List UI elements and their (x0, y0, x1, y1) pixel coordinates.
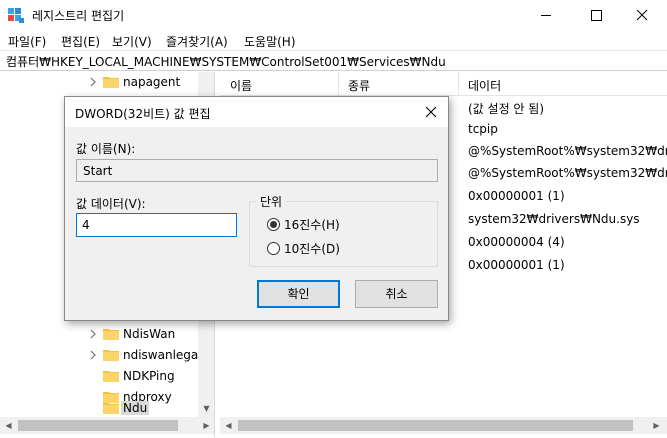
list-item-data[interactable]: @%SystemRoot%₩system32₩drivers (468, 166, 667, 180)
list-item-data[interactable]: system32₩drivers₩Ndu.sys (468, 212, 640, 226)
chevron-right-icon[interactable] (88, 328, 98, 340)
column-data[interactable]: 데이터 (468, 77, 501, 94)
dialog-title: DWORD(32비트) 값 편집 (75, 107, 211, 121)
menu-bar: 파일(F) 편집(E) 보기(V) 즐겨찾기(A) 도움말(H) (0, 31, 667, 50)
dialog-title-bar: DWORD(32비트) 값 편집 (65, 97, 448, 127)
ok-button[interactable]: 확인 (257, 280, 340, 308)
column-name[interactable]: 이름 (230, 77, 252, 94)
value-name-field: Start (76, 159, 438, 182)
chevron-right-icon[interactable] (88, 349, 98, 361)
folder-icon (103, 75, 120, 89)
folder-icon (103, 327, 120, 341)
chevron-right-icon[interactable]: ▶ (648, 417, 665, 434)
list-horizontal-scrollbar[interactable]: ◀ ▶ (220, 417, 667, 434)
menu-edit[interactable]: 편집(E) (61, 33, 100, 50)
scrollbar-thumb[interactable] (18, 420, 178, 431)
base-groupbox (249, 201, 438, 267)
tree-item-label: Ndu (121, 401, 150, 415)
radio-decimal-label[interactable]: 10진수(D) (284, 240, 340, 257)
registry-editor-icon (8, 8, 24, 23)
close-icon[interactable] (422, 103, 440, 121)
column-divider[interactable] (338, 72, 339, 96)
chevron-left-icon[interactable]: ◀ (0, 417, 17, 434)
window-close-button[interactable] (619, 0, 665, 31)
tree-item-label: NDKPing (123, 369, 175, 383)
cancel-button[interactable]: 취소 (355, 280, 438, 308)
menu-favorites[interactable]: 즐겨찾기(A) (166, 33, 228, 50)
menu-help[interactable]: 도움말(H) (244, 33, 296, 50)
edit-dword-dialog: DWORD(32비트) 값 편집 값 이름(N): Start 값 데이터(V)… (64, 96, 449, 321)
title-bar: 레지스트리 편집기 (0, 0, 667, 31)
tree-horizontal-scrollbar[interactable]: ◀ ▶ (0, 417, 214, 434)
list-item-data[interactable]: (값 설정 안 됨) (468, 100, 544, 117)
scrollbar-thumb[interactable] (238, 420, 633, 431)
radio-hex[interactable] (267, 218, 280, 231)
value-name-label: 값 이름(N): (76, 142, 136, 156)
list-item-data[interactable]: 0x00000004 (4) (468, 235, 565, 249)
address-bar[interactable]: 컴퓨터₩HKEY_LOCAL_MACHINE₩SYSTEM₩ControlSet… (0, 50, 667, 71)
base-group-title: 단위 (257, 193, 286, 210)
tree-item-ndiswan[interactable]: NdisWan (0, 324, 200, 345)
window-title: 레지스트리 편집기 (32, 9, 125, 23)
chevron-down-icon[interactable]: ▼ (198, 400, 214, 417)
chevron-right-icon[interactable]: ▶ (198, 417, 214, 434)
folder-icon (103, 348, 120, 362)
list-item-data[interactable]: @%SystemRoot%₩system32₩drivers (468, 144, 667, 158)
list-header: 이름 종류 데이터 (220, 72, 667, 96)
folder-icon (103, 369, 120, 383)
tree-item-ndiswanlegacy[interactable]: ndiswanlegacy (0, 345, 212, 366)
minimize-button[interactable] (523, 0, 569, 31)
menu-view[interactable]: 보기(V) (112, 33, 152, 50)
column-divider[interactable] (458, 72, 459, 96)
tree-item-napagent[interactable]: napagent (0, 72, 200, 93)
radio-decimal[interactable] (267, 242, 280, 255)
radio-hex-label[interactable]: 16진수(H) (284, 216, 340, 233)
folder-icon (103, 401, 120, 415)
tree-item-ndkping[interactable]: NDKPing (0, 366, 200, 387)
maximize-button[interactable] (573, 0, 619, 31)
value-data-input[interactable] (76, 213, 237, 237)
tree-item-ndu[interactable]: Ndu (0, 398, 200, 419)
menu-file[interactable]: 파일(F) (8, 33, 46, 50)
chevron-right-icon[interactable] (88, 76, 98, 88)
value-data-label: 값 데이터(V): (76, 197, 146, 211)
chevron-left-icon[interactable]: ◀ (220, 417, 237, 434)
column-type[interactable]: 종류 (348, 77, 370, 94)
tree-item-label: NdisWan (123, 327, 176, 341)
list-item-data[interactable]: 0x00000001 (1) (468, 189, 565, 203)
list-item-data[interactable]: 0x00000001 (1) (468, 258, 565, 272)
tree-item-label: napagent (123, 75, 181, 89)
list-item-data[interactable]: tcpip (468, 122, 498, 136)
address-path[interactable]: 컴퓨터₩HKEY_LOCAL_MACHINE₩SYSTEM₩ControlSet… (6, 53, 446, 70)
